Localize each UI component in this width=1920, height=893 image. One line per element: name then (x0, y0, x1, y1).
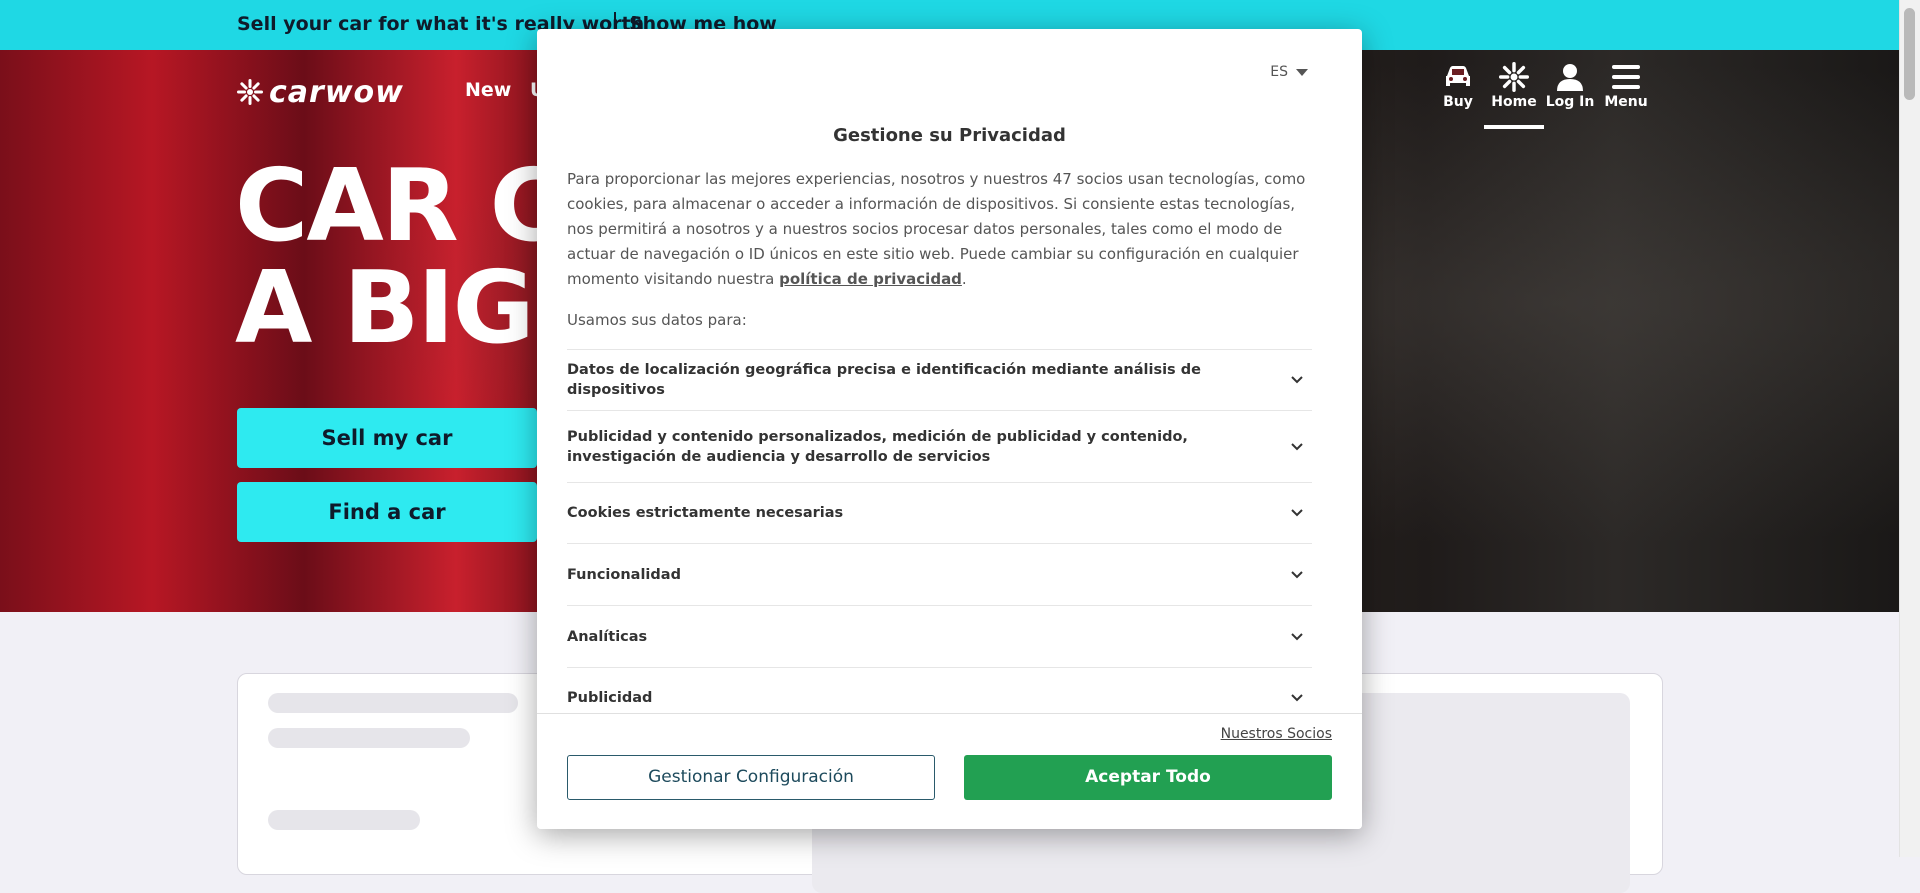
nav-home-label: Home (1491, 94, 1537, 110)
nav-menu[interactable]: Menu (1598, 62, 1654, 110)
privacy-consent-dialog: ES Gestione su Privacidad Para proporcio… (537, 29, 1362, 829)
nav-item-new[interactable]: New (465, 79, 511, 101)
dialog-title: Gestione su Privacidad (833, 125, 1066, 146)
purpose-row-personalized-ads[interactable]: Publicidad y contenido personalizados, m… (567, 410, 1312, 482)
scrollbar-thumb[interactable] (1904, 8, 1915, 100)
partners-link[interactable]: Nuestros Socios (1221, 726, 1332, 742)
skeleton-line (268, 810, 420, 830)
dialog-footer: Nuestros Socios Gestionar Configuración … (537, 713, 1362, 829)
purpose-label: Publicidad (567, 690, 653, 706)
purpose-label: Datos de localización geográfica precisa… (567, 362, 1201, 398)
logo-wordmark: carwow (269, 74, 404, 110)
nav-buy-label: Buy (1443, 94, 1473, 110)
dialog-description: Para proporcionar las mejores experienci… (567, 167, 1312, 292)
nav-buy[interactable]: Buy (1430, 62, 1486, 110)
user-icon (1557, 64, 1583, 91)
purpose-label: Publicidad y contenido personalizados, m… (567, 428, 1188, 465)
header-icon-nav: Buy Home Log In Menu (1430, 62, 1654, 129)
menu-icon (1612, 65, 1640, 89)
manage-settings-button[interactable]: Gestionar Configuración (567, 755, 935, 800)
language-code: ES (1270, 64, 1288, 80)
purpose-row-analytics[interactable]: Analíticas (567, 605, 1312, 667)
nav-login[interactable]: Log In (1542, 62, 1598, 110)
language-selector[interactable]: ES (1270, 64, 1308, 80)
accept-all-button[interactable]: Aceptar Todo (964, 755, 1332, 800)
nav-home[interactable]: Home (1484, 62, 1544, 129)
privacy-policy-link[interactable]: política de privacidad (779, 270, 962, 288)
car-icon (1446, 66, 1470, 86)
description-end: . (961, 270, 967, 288)
caret-down-icon (1296, 68, 1308, 76)
find-a-car-button[interactable]: Find a car (237, 482, 537, 542)
purpose-label: Analíticas (567, 628, 648, 645)
skeleton-line (268, 693, 518, 713)
purpose-list: Datos de localización geográfica precisa… (567, 349, 1312, 728)
chevron-down-icon (1291, 509, 1303, 517)
purpose-row-necessary[interactable]: Cookies estrictamente necesarias (567, 482, 1312, 543)
purposes-intro: Usamos sus datos para: (567, 311, 747, 329)
chevron-down-icon (1291, 376, 1303, 384)
carwow-mark-icon (237, 79, 263, 105)
carwow-logo[interactable]: carwow (237, 75, 437, 110)
nav-menu-label: Menu (1604, 94, 1648, 110)
carwow-mark-icon (1499, 62, 1529, 92)
page-scrollbar[interactable] (1899, 0, 1920, 857)
sell-my-car-button[interactable]: Sell my car (237, 408, 537, 468)
chevron-down-icon (1291, 632, 1303, 640)
purpose-row-geolocation[interactable]: Datos de localización geográfica precisa… (567, 349, 1312, 410)
purpose-label: Funcionalidad (567, 566, 681, 583)
chevron-down-icon (1291, 442, 1303, 450)
chevron-down-icon (1291, 570, 1303, 578)
purpose-row-functionality[interactable]: Funcionalidad (567, 543, 1312, 605)
nav-login-label: Log In (1545, 94, 1595, 110)
chevron-down-icon (1291, 694, 1303, 702)
purpose-label: Cookies estrictamente necesarias (567, 505, 844, 521)
skeleton-line (268, 728, 470, 748)
